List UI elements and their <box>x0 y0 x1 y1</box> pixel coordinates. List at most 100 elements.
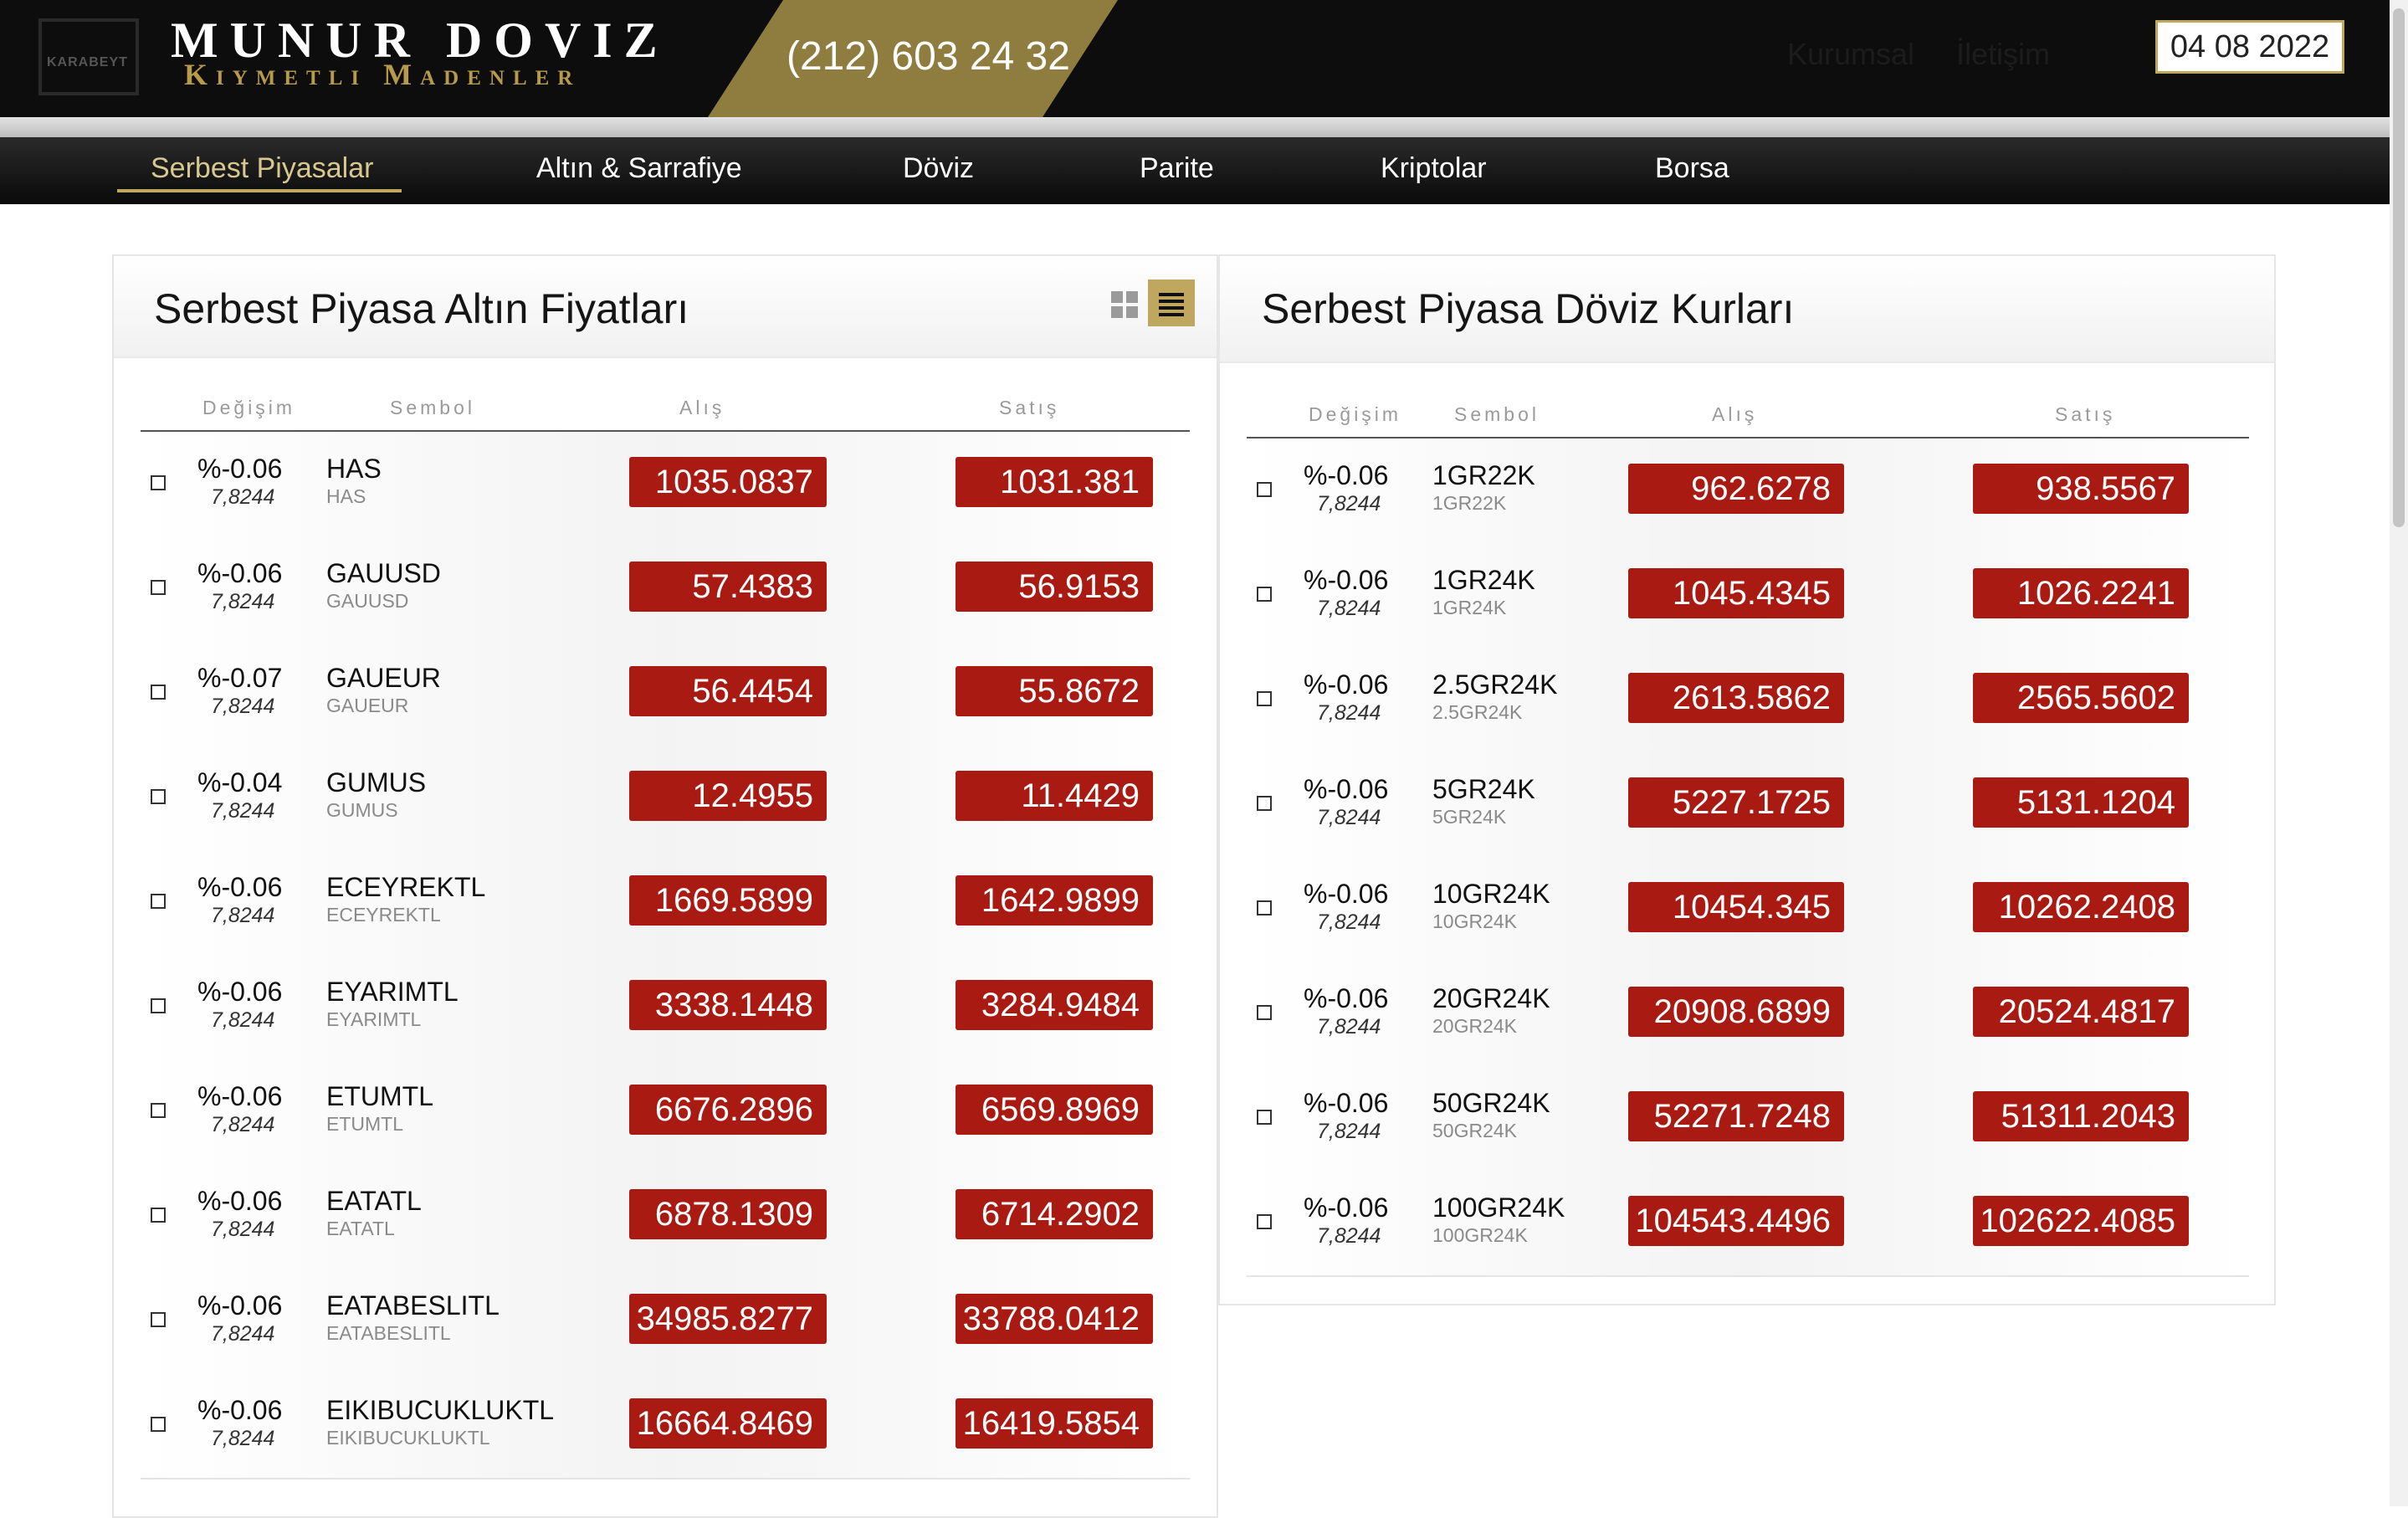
panel-header: Serbest Piyasa Döviz Kurları <box>1220 256 2274 363</box>
change-sub-value: 7,8244 <box>1317 1120 1381 1143</box>
grid-view-button[interactable] <box>1101 281 1148 328</box>
table-row[interactable]: %-0.06 7,8244 1GR24K 1GR24K 1045.4345 1026.22… <box>1247 543 2249 649</box>
table-row[interactable]: %-0.06 7,8244 20GR24K 20GR24K 20908.6899 2052… <box>1247 962 2249 1068</box>
buy-price: 52271.7248 <box>1628 1091 1844 1141</box>
symbol-code: ETUMTL <box>326 1113 403 1135</box>
nav-kriptolar[interactable]: Kriptolar <box>1381 152 1487 185</box>
symbol-code: 50GR24K <box>1432 1120 1518 1141</box>
logo-icon[interactable]: KARABEYT <box>38 18 139 95</box>
table-row[interactable]: %-0.06 7,8244 ETUMTL ETUMTL 6676.2896 6569.89… <box>141 1059 1190 1166</box>
change-value: %-0.06 <box>197 1290 283 1321</box>
symbol-code: GAUEUR <box>326 695 409 716</box>
nav-parite[interactable]: Parite <box>1140 152 1214 185</box>
checkbox-icon[interactable] <box>151 894 166 909</box>
symbol-name: GAUUSD <box>326 558 441 588</box>
symbol-code: 100GR24K <box>1432 1224 1528 1246</box>
table-row[interactable]: %-0.06 7,8244 ECEYREKTL ECEYREKTL 1669.5899 1… <box>141 850 1190 956</box>
table-row[interactable]: %-0.06 7,8244 EATATL EATATL 6878.1309 6714.29… <box>141 1164 1190 1270</box>
table-row[interactable]: %-0.06 7,8244 EATABESLITL EATABESLITL 34985.… <box>141 1269 1190 1375</box>
table-row[interactable]: %-0.06 7,8244 10GR24K 10GR24K 10454.345 10262… <box>1247 857 2249 963</box>
table-row[interactable]: %-0.06 7,8244 5GR24K 5GR24K 5227.1725 5131.12… <box>1247 752 2249 859</box>
change-sub-value: 7,8244 <box>211 799 275 823</box>
sell-price: 56.9153 <box>956 562 1153 612</box>
sell-price: 938.5567 <box>1973 464 2189 514</box>
checkbox-icon[interactable] <box>151 1417 166 1432</box>
currency-rates-panel: Serbest Piyasa Döviz Kurları Değişim Sem… <box>1218 254 2276 1305</box>
list-icon <box>1159 293 1184 316</box>
table-row[interactable]: %-0.06 7,8244 EIKIBUCUKLUKTL EIKIBUCUKLUKTL… <box>141 1373 1190 1480</box>
checkbox-icon[interactable] <box>151 475 166 490</box>
symbol-name: 50GR24K <box>1432 1088 1550 1118</box>
buy-price: 6878.1309 <box>629 1189 827 1239</box>
change-sub-value: 7,8244 <box>1317 910 1381 934</box>
checkbox-icon[interactable] <box>151 789 166 804</box>
buy-price: 56.4454 <box>629 666 827 716</box>
change-value: %-0.06 <box>197 1395 283 1425</box>
symbol-code: 2.5GR24K <box>1432 701 1523 723</box>
checkbox-icon[interactable] <box>1257 691 1272 706</box>
buy-price: 3338.1448 <box>629 980 827 1030</box>
link-kurumsal[interactable]: Kurumsal <box>1787 37 1914 72</box>
checkbox-icon[interactable] <box>151 998 166 1013</box>
logo-text: KARABEYT <box>47 55 128 69</box>
change-sub-value: 7,8244 <box>211 1113 275 1136</box>
brand-subtitle: Kiymetli Madenler <box>184 58 582 91</box>
checkbox-icon[interactable] <box>1257 1214 1272 1229</box>
table-row[interactable]: %-0.06 7,8244 GAUUSD GAUUSD 57.4383 56.9153 <box>141 536 1190 643</box>
checkbox-icon[interactable] <box>1257 900 1272 915</box>
change-sub-value: 7,8244 <box>1317 701 1381 725</box>
change-sub-value: 7,8244 <box>211 590 275 613</box>
symbol-code: EYARIMTL <box>326 1008 422 1030</box>
list-view-button[interactable] <box>1148 279 1195 326</box>
table-row[interactable]: %-0.06 7,8244 1GR22K 1GR22K 962.6278 938.5567 <box>1247 438 2249 545</box>
table-header: Değişim Sembol Alış Satış <box>1247 403 2249 438</box>
checkbox-icon[interactable] <box>151 1208 166 1223</box>
symbol-name: 10GR24K <box>1432 879 1550 909</box>
symbol-code: 1GR24K <box>1432 597 1507 618</box>
checkbox-icon[interactable] <box>151 1103 166 1118</box>
checkbox-icon[interactable] <box>1257 1110 1272 1125</box>
nav-serbest-piyasalar[interactable]: Serbest Piyasalar <box>151 152 373 185</box>
checkbox-icon[interactable] <box>151 580 166 595</box>
phone-number[interactable]: (212) 603 24 32 <box>786 33 1070 79</box>
checkbox-icon[interactable] <box>151 1312 166 1327</box>
checkbox-icon[interactable] <box>151 685 166 700</box>
change-value: %-0.07 <box>197 663 283 693</box>
table-row[interactable]: %-0.06 7,8244 100GR24K 100GR24K 104543.4496 1… <box>1247 1171 2249 1277</box>
col-header-symbol: Sembol <box>390 397 475 418</box>
col-header-change: Değişim <box>202 397 296 418</box>
symbol-code: EIKIBUCUKLUKTL <box>326 1427 490 1449</box>
symbol-name: HAS <box>326 454 382 484</box>
table-row[interactable]: %-0.06 7,8244 2.5GR24K 2.5GR24K 2613.5862 256… <box>1247 648 2249 754</box>
change-sub-value: 7,8244 <box>211 485 275 509</box>
checkbox-icon[interactable] <box>1257 587 1272 602</box>
table-row[interactable]: %-0.06 7,8244 HAS HAS 1035.0837 1031.381 <box>141 432 1190 538</box>
sell-price: 1031.381 <box>956 457 1153 507</box>
symbol-code: 10GR24K <box>1432 910 1518 932</box>
table-row[interactable]: %-0.04 7,8244 GUMUS GUMUS 12.4955 11.4429 <box>141 746 1190 852</box>
buy-price: 5227.1725 <box>1628 777 1844 828</box>
change-value: %-0.06 <box>1304 879 1389 909</box>
checkbox-icon[interactable] <box>1257 482 1272 497</box>
symbol-code: HAS <box>326 485 366 507</box>
buy-price: 962.6278 <box>1628 464 1844 514</box>
change-sub-value: 7,8244 <box>1317 597 1381 620</box>
nav-borsa[interactable]: Borsa <box>1655 152 1729 185</box>
sell-price: 6569.8969 <box>956 1085 1153 1135</box>
link-iletisim[interactable]: İletişim <box>1956 37 2050 72</box>
checkbox-icon[interactable] <box>1257 796 1272 811</box>
table-row[interactable]: %-0.07 7,8244 GAUEUR GAUEUR 56.4454 55.8672 <box>141 641 1190 747</box>
sell-price: 6714.2902 <box>956 1189 1153 1239</box>
checkbox-icon[interactable] <box>1257 1005 1272 1020</box>
table-row[interactable]: %-0.06 7,8244 50GR24K 50GR24K 52271.7248 5131… <box>1247 1066 2249 1172</box>
table-row[interactable]: %-0.06 7,8244 EYARIMTL EYARIMTL 3338.1448 328… <box>141 955 1190 1061</box>
date-display: 04 08 2022 <box>2155 20 2344 74</box>
symbol-code: GUMUS <box>326 799 398 821</box>
buy-price: 20908.6899 <box>1628 987 1844 1037</box>
nav-doviz[interactable]: Döviz <box>903 152 974 185</box>
change-value: %-0.06 <box>1304 565 1389 595</box>
scrollbar-thumb[interactable] <box>2393 8 2405 527</box>
panel-header: Serbest Piyasa Altın Fiyatları <box>114 256 1217 358</box>
nav-altin-sarrafiye[interactable]: Altın & Sarrafiye <box>536 152 742 185</box>
change-value: %-0.06 <box>1304 1192 1389 1223</box>
